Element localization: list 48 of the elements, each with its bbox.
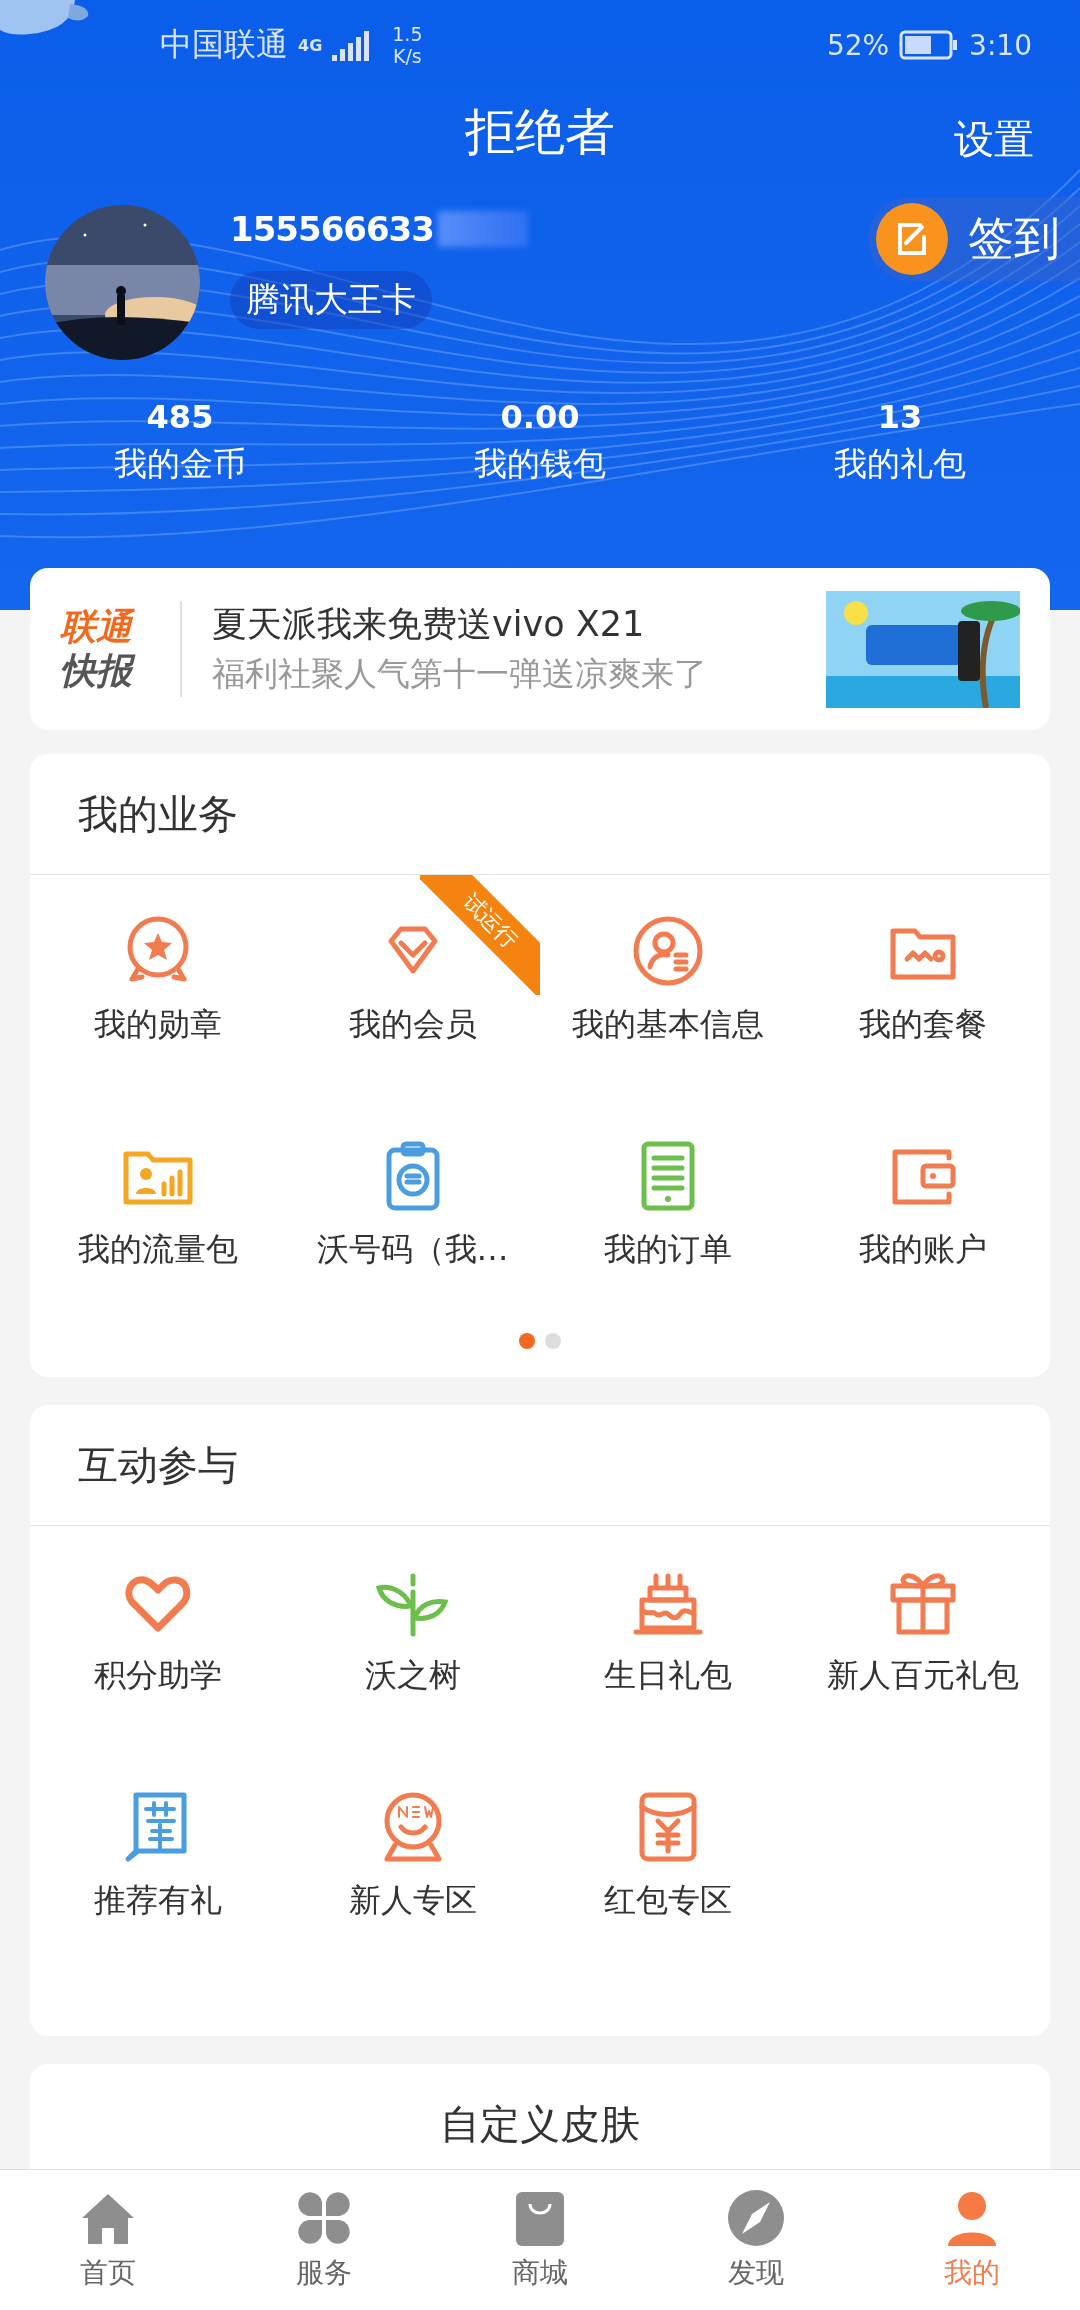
settings-link[interactable]: 设置 xyxy=(954,112,1034,167)
section-title: 互动参与 xyxy=(78,1440,238,1490)
tab[interactable]: 首页 xyxy=(0,2170,216,2310)
grid-item[interactable]: 我的流量包 xyxy=(30,1100,285,1325)
stat-value: 0.00 xyxy=(500,398,580,436)
stat-label[interactable]: 我的钱包 xyxy=(474,442,606,487)
news-subline: 福利社聚人气第十一弹送凉爽来了 xyxy=(212,653,708,695)
grid-item[interactable]: 新人专区 xyxy=(285,1751,540,1976)
tab[interactable]: 发现 xyxy=(648,2170,864,2310)
grid-item[interactable]: 我的勋章 xyxy=(30,875,285,1100)
section-title: 我的业务 xyxy=(78,789,238,839)
news-headline: 夏天派我来免费送vivo X21 xyxy=(212,603,646,646)
stat-label[interactable]: 我的礼包 xyxy=(834,442,966,487)
phone-number: 155566633 xyxy=(230,209,434,249)
grid-item[interactable]: 我的账户 xyxy=(795,1100,1050,1325)
news-logo: 联通 xyxy=(60,605,180,649)
grid-item[interactable]: 我的订单 xyxy=(540,1100,795,1325)
battery-percent: 52% xyxy=(826,28,890,62)
stat-label[interactable]: 我的金币 xyxy=(114,442,246,487)
battery-icon xyxy=(899,30,960,60)
ribbon-tag: 试运行 xyxy=(420,875,540,995)
grid-item[interactable]: 我的会员 试运行 xyxy=(285,875,540,1100)
edit-icon xyxy=(876,203,948,275)
carrier-name: 中国联通 xyxy=(160,24,288,65)
plan-tag: 腾讯大王卡 xyxy=(230,271,432,329)
grid-item[interactable]: 新人百元礼包 xyxy=(795,1526,1050,1751)
network-type: 4G xyxy=(298,35,323,55)
grid-item[interactable]: 积分助学 xyxy=(30,1526,285,1751)
checkin-button[interactable]: 签到 xyxy=(868,197,1080,281)
news-card[interactable]: 联通 快报 夏天派我来免费送vivo X21 福利社聚人气第十一弹送凉爽来了 xyxy=(30,568,1050,730)
grid-item[interactable]: 推荐有礼 xyxy=(30,1751,285,1976)
grid-item[interactable]: 我的基本信息 xyxy=(540,875,795,1100)
grid-item[interactable]: 沃之树 xyxy=(285,1526,540,1751)
stat-value: 485 xyxy=(146,398,214,436)
speed-value: 1.5 xyxy=(392,23,423,45)
clock: 3:10 xyxy=(969,28,1032,62)
grid-item[interactable]: 红包专区 xyxy=(540,1751,795,1976)
speed-unit: K/s xyxy=(393,45,422,67)
stat-value: 13 xyxy=(877,398,923,436)
section-title: 自定义皮肤 xyxy=(440,2099,640,2149)
tab[interactable]: 服务 xyxy=(216,2170,432,2310)
grid-item[interactable]: 生日礼包 xyxy=(540,1526,795,1751)
tab[interactable]: 商城 xyxy=(432,2170,648,2310)
grid-item[interactable]: 我的套餐 xyxy=(795,875,1050,1100)
page-title: 拒绝者 xyxy=(465,102,615,163)
grid-item[interactable]: 沃号码（我… xyxy=(285,1100,540,1325)
compass-icon xyxy=(726,2188,786,2248)
news-logo: 快报 xyxy=(60,649,180,693)
